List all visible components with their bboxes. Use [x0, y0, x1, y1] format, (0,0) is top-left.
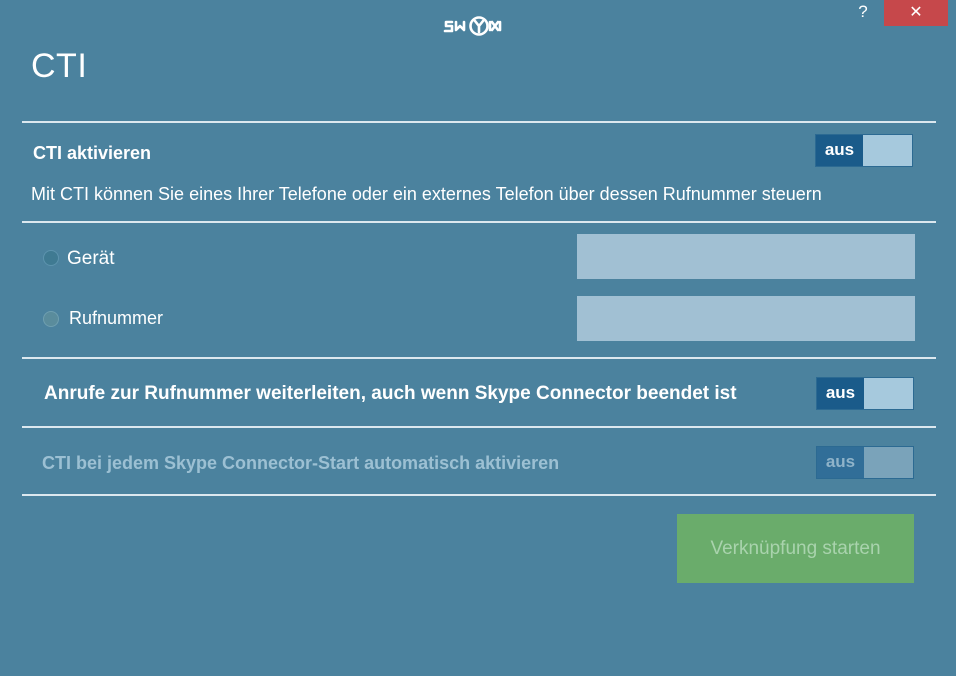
- swyx-logo-icon: [443, 16, 502, 36]
- help-button[interactable]: ?: [850, 0, 876, 26]
- divider: [22, 494, 936, 496]
- number-label: Rufnummer: [69, 308, 164, 328]
- device-radio[interactable]: [43, 250, 59, 266]
- close-icon: ✕: [909, 4, 923, 21]
- page-title: CTI: [31, 47, 88, 85]
- device-input[interactable]: [577, 234, 915, 279]
- toggle-track: [864, 378, 913, 409]
- number-input[interactable]: [577, 296, 915, 341]
- cti-description: Mit CTI können Sie eines Ihrer Telefone …: [31, 184, 822, 204]
- divider: [22, 221, 936, 223]
- toggle-state-label: aus: [817, 447, 864, 478]
- cti-enable-toggle[interactable]: aus: [815, 134, 913, 167]
- forward-toggle[interactable]: aus: [816, 377, 914, 410]
- toggle-track: [863, 135, 912, 166]
- start-link-button[interactable]: Verknüpfung starten: [677, 514, 914, 583]
- autostart-label: CTI bei jedem Skype Connector-Start auto…: [42, 453, 560, 473]
- forward-label: Anrufe zur Rufnummer weiterleiten, auch …: [44, 383, 737, 404]
- divider: [22, 121, 936, 123]
- divider: [22, 426, 936, 428]
- autostart-toggle[interactable]: aus: [816, 446, 914, 479]
- divider: [22, 357, 936, 359]
- device-label: Gerät: [67, 248, 115, 269]
- cti-enable-label: CTI aktivieren: [33, 143, 152, 163]
- toggle-state-label: aus: [817, 378, 864, 409]
- close-button[interactable]: ✕: [884, 0, 948, 26]
- number-radio[interactable]: [43, 311, 59, 327]
- toggle-track: [864, 447, 913, 478]
- toggle-state-label: aus: [816, 135, 863, 166]
